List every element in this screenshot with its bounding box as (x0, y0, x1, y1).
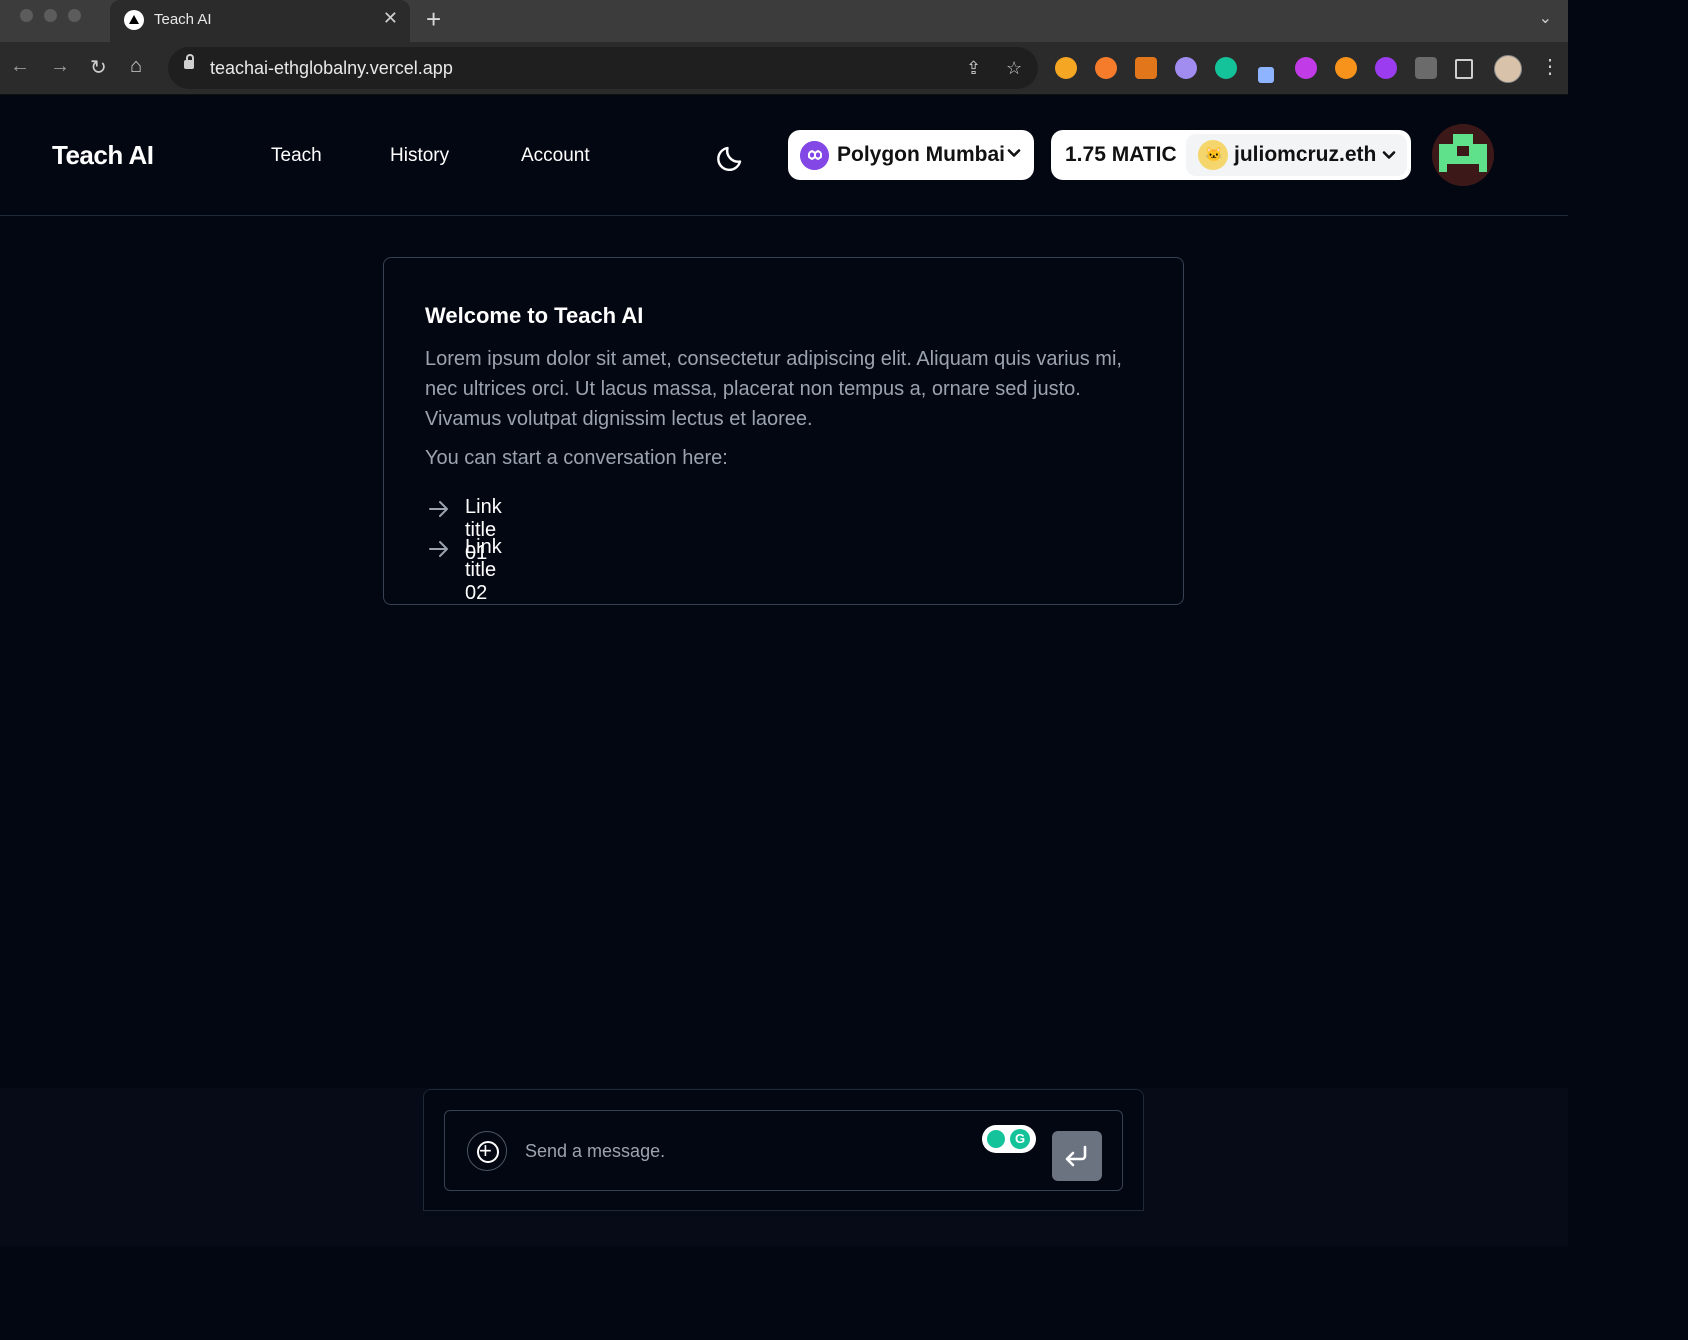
message-input[interactable] (523, 1133, 957, 1169)
user-avatar[interactable] (1432, 124, 1494, 186)
browser-toolbar: ← → ↻ ⌂ teachai-ethglobalny.vercel.app ⇪… (0, 42, 1568, 95)
reload-icon[interactable]: ↻ (90, 55, 107, 80)
side-panel-icon[interactable] (1455, 59, 1473, 79)
tab-title: Teach AI (154, 11, 212, 28)
back-icon[interactable]: ← (10, 55, 30, 78)
welcome-title: Welcome to Teach AI (425, 303, 644, 328)
extensions-puzzle-icon[interactable] (1415, 57, 1437, 79)
share-icon[interactable]: ⇪ (966, 58, 981, 79)
extension-icon[interactable] (1258, 67, 1274, 83)
arrow-right-icon (429, 541, 448, 557)
chevron-down-icon (1382, 151, 1396, 159)
zoom-window-dot[interactable] (68, 9, 81, 22)
chevron-down-icon (1007, 149, 1021, 157)
grammarly-extension-icon[interactable] (1215, 57, 1237, 79)
browser-tab[interactable]: Teach AI ✕ (110, 0, 410, 42)
example-link-label: Link title 02 (465, 536, 502, 604)
ens-name: juliomcruz.eth (1234, 143, 1377, 166)
lock-icon (184, 54, 194, 69)
browser-window: Teach AI ✕ + ⌄ ← → ↻ ⌂ teachai-ethglobal… (0, 0, 1568, 1246)
ghost-extension-icon[interactable] (1175, 57, 1197, 79)
welcome-body: Lorem ipsum dolor sit amet, consectetur … (425, 348, 1122, 430)
enter-icon (1065, 1145, 1087, 1167)
extension-icon[interactable] (1055, 57, 1077, 79)
arrow-right-icon (429, 501, 448, 517)
chat-composer: G (423, 1089, 1144, 1211)
extension-icon[interactable] (1335, 57, 1357, 79)
app-header: Teach AI Teach History Account Polygon M… (0, 95, 1568, 216)
nav-teach[interactable]: Teach (271, 145, 322, 167)
tab-close-icon[interactable]: ✕ (383, 8, 398, 29)
welcome-card: Welcome to Teach AI Lorem ipsum dolor si… (383, 257, 1184, 605)
new-chat-plus-icon[interactable] (467, 1131, 507, 1171)
welcome-prompt: You can start a conversation here: (425, 447, 728, 469)
vercel-favicon-icon (124, 10, 144, 30)
network-name: Polygon Mumbai (837, 143, 1005, 166)
close-window-dot[interactable] (20, 9, 33, 22)
account-button[interactable]: 1.75 MATIC juliomcruz.eth (1051, 130, 1411, 180)
url-text: teachai-ethglobalny.vercel.app (210, 58, 453, 78)
nav-account[interactable]: Account (521, 145, 590, 167)
grammarly-widget-icon[interactable]: G (982, 1125, 1036, 1153)
polygon-icon (800, 141, 829, 170)
pixel-avatar-icon (1432, 124, 1494, 186)
browser-menu-icon[interactable]: ⋮ (1540, 54, 1560, 79)
ens-avatar (1198, 140, 1228, 170)
extension-icon[interactable] (1295, 57, 1317, 79)
tab-search-chevron-icon[interactable]: ⌄ (1539, 8, 1552, 28)
app-logo[interactable]: Teach AI (52, 140, 154, 171)
minimize-window-dot[interactable] (44, 9, 57, 22)
network-selector-button[interactable]: Polygon Mumbai (788, 130, 1034, 180)
browser-profile-avatar[interactable] (1494, 55, 1522, 83)
grammarly-bulb-icon (987, 1130, 1005, 1148)
send-button[interactable] (1052, 1131, 1102, 1181)
new-tab-icon[interactable]: + (426, 4, 441, 35)
viewport: Teach AI ✕ + ⌄ ← → ↻ ⌂ teachai-ethglobal… (0, 0, 1688, 1340)
address-bar[interactable]: teachai-ethglobalny.vercel.app ⇪ ☆ (168, 47, 1038, 89)
bookmark-star-icon[interactable]: ☆ (1006, 58, 1022, 79)
metamask-icon[interactable] (1135, 57, 1157, 79)
moon-icon[interactable] (716, 140, 748, 172)
home-icon[interactable]: ⌂ (130, 55, 142, 78)
message-box: G (444, 1110, 1123, 1191)
extension-icon[interactable] (1095, 57, 1117, 79)
nav-history[interactable]: History (390, 145, 449, 167)
browser-titlebar: Teach AI ✕ + ⌄ (0, 0, 1568, 42)
forward-icon[interactable]: → (50, 55, 70, 78)
grammarly-g-icon: G (1010, 1129, 1030, 1149)
extension-icon[interactable] (1375, 57, 1397, 79)
account-selector[interactable]: juliomcruz.eth (1186, 134, 1407, 176)
wallet-balance: 1.75 MATIC (1065, 143, 1177, 166)
